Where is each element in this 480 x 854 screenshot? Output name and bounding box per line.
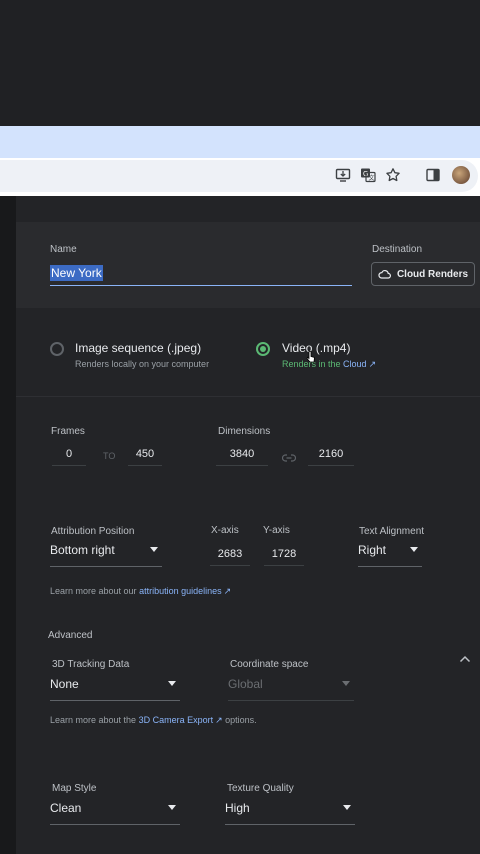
- texture-quality-select[interactable]: High: [225, 801, 355, 825]
- text-alignment-label: Text Alignment: [359, 526, 425, 537]
- screen-top-area: [0, 0, 480, 126]
- cloud-renders-label: Cloud Renders: [396, 268, 469, 280]
- attribution-position-label: Attribution Position: [51, 526, 135, 537]
- chevron-down-icon: [168, 805, 176, 810]
- attribution-position-value: Bottom right: [50, 543, 115, 557]
- chevron-down-icon: [150, 547, 158, 552]
- svg-text:文: 文: [369, 174, 375, 182]
- map-style-value: Clean: [50, 801, 82, 815]
- left-rail: [0, 196, 16, 854]
- x-axis-label: X-axis: [211, 525, 239, 536]
- coordinate-space-label: Coordinate space: [230, 659, 309, 670]
- link-aspect-icon[interactable]: [281, 450, 297, 468]
- coordinate-space-select[interactable]: Global: [228, 677, 354, 701]
- name-label: Name: [50, 244, 77, 255]
- tracking-data-label: 3D Tracking Data: [52, 659, 130, 670]
- dimensions-height-input[interactable]: 2160: [308, 444, 354, 466]
- tracking-data-select[interactable]: None: [50, 677, 180, 701]
- external-link-icon: ↗: [368, 359, 377, 369]
- map-style-select[interactable]: Clean: [50, 801, 180, 825]
- profile-avatar-icon[interactable]: [452, 166, 470, 184]
- advanced-heading: Advanced: [48, 630, 93, 641]
- attribution-note: Learn more about our attribution guideli…: [50, 586, 231, 597]
- coordinate-space-value: Global: [228, 677, 263, 691]
- mouse-pointer-icon: [306, 350, 315, 363]
- image-sequence-title[interactable]: Image sequence (.jpeg): [75, 341, 201, 355]
- frames-to-input[interactable]: 450: [128, 444, 162, 466]
- camera-export-note-suffix: options.: [222, 715, 257, 725]
- attribution-guidelines-link[interactable]: attribution guidelines: [139, 586, 222, 596]
- cloud-link[interactable]: Cloud: [343, 359, 367, 369]
- text-alignment-select[interactable]: Right: [358, 543, 422, 567]
- chevron-down-icon: [168, 681, 176, 686]
- name-value[interactable]: New York: [50, 265, 103, 281]
- texture-quality-value: High: [225, 801, 250, 815]
- external-link-icon: ↗: [223, 586, 232, 596]
- x-axis-input[interactable]: 2683: [210, 544, 250, 566]
- name-input[interactable]: New York: [50, 264, 352, 286]
- section-divider: [16, 396, 480, 397]
- chevron-down-icon: [410, 547, 418, 552]
- text-alignment-value: Right: [358, 543, 387, 557]
- image-sequence-subtitle: Renders locally on your computer: [75, 359, 210, 369]
- install-app-icon[interactable]: [334, 166, 352, 184]
- camera-export-note-prefix: Learn more about the: [50, 715, 139, 725]
- chevron-up-icon[interactable]: [459, 650, 471, 668]
- browser-tab-strip: [0, 126, 480, 158]
- y-axis-input[interactable]: 1728: [264, 544, 304, 566]
- video-subtitle: Renders in the Cloud ↗: [282, 359, 376, 370]
- address-bar[interactable]: [0, 160, 478, 192]
- frames-from-input[interactable]: 0: [52, 444, 86, 466]
- destination-label: Destination: [372, 244, 423, 255]
- dimensions-width-input[interactable]: 3840: [216, 444, 268, 466]
- chevron-down-icon: [343, 805, 351, 810]
- side-panel-icon[interactable]: [424, 166, 442, 184]
- cloud-renders-button[interactable]: Cloud Renders: [371, 262, 475, 286]
- external-link-icon: ↗: [215, 715, 223, 725]
- y-axis-label: Y-axis: [263, 525, 290, 536]
- video-radio[interactable]: [256, 342, 270, 356]
- camera-export-link[interactable]: 3D Camera Export: [139, 715, 214, 725]
- video-title[interactable]: Video (.mp4): [282, 341, 350, 355]
- map-style-label: Map Style: [52, 783, 97, 794]
- frames-label: Frames: [51, 426, 85, 437]
- dimensions-label: Dimensions: [218, 426, 271, 437]
- attribution-position-select[interactable]: Bottom right: [50, 543, 162, 567]
- image-sequence-radio[interactable]: [50, 342, 64, 356]
- cloud-icon: [378, 270, 391, 279]
- attribution-note-prefix: Learn more about our: [50, 586, 140, 596]
- texture-quality-label: Texture Quality: [227, 783, 294, 794]
- tracking-data-value: None: [50, 677, 79, 691]
- translate-icon[interactable]: G文: [359, 166, 377, 184]
- bookmark-star-icon[interactable]: [384, 166, 402, 184]
- chevron-down-icon: [342, 681, 350, 686]
- frames-to-label: TO: [103, 451, 116, 461]
- camera-export-note: Learn more about the 3D Camera Export ↗ o…: [50, 715, 257, 726]
